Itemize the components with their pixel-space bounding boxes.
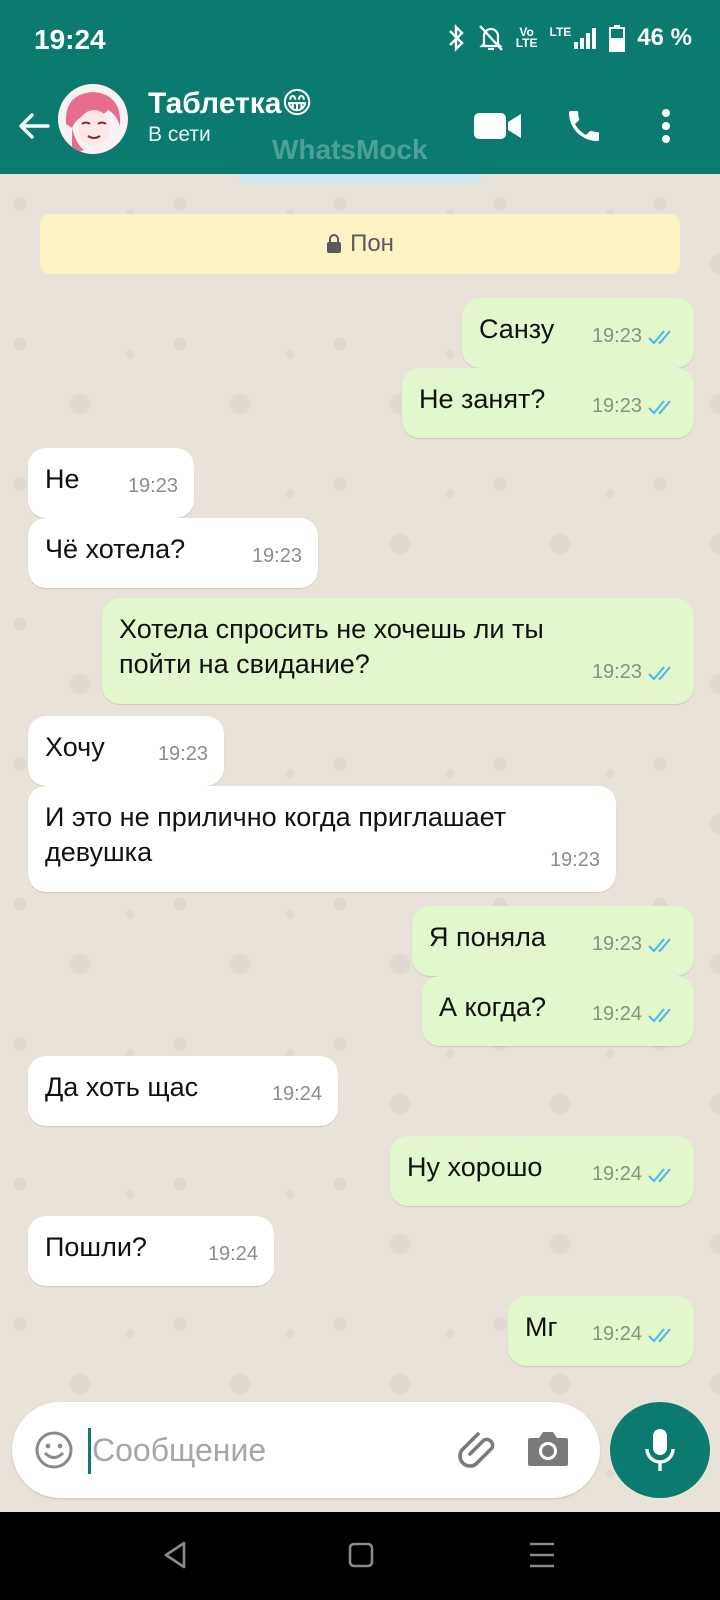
system-nav-bar: [0, 1512, 720, 1600]
back-arrow-icon[interactable]: [14, 106, 54, 146]
message-text: Мг: [525, 1312, 558, 1342]
message-text: А когда?: [439, 992, 547, 1022]
chat-header: Таблетка😁 В сети WhatsMock: [0, 80, 720, 174]
volte-indicator: Vo LTE: [515, 25, 538, 50]
nav-recents-icon[interactable]: [528, 1540, 556, 1570]
signal-icon: LTE: [550, 26, 598, 49]
message-incoming[interactable]: Чё хотела? 19:23: [28, 518, 318, 588]
more-options-button[interactable]: [646, 98, 686, 154]
avatar[interactable]: [58, 84, 128, 154]
message-text: Ну хорошо: [407, 1152, 543, 1182]
attach-icon[interactable]: [454, 1424, 504, 1474]
message-text: Пошли?: [45, 1232, 147, 1262]
double-check-icon: [648, 937, 671, 952]
status-bar: 19:24 Vo LTE LTE 46 %: [0, 0, 720, 80]
status-icons: Vo LTE LTE 46 %: [446, 24, 692, 52]
message-time: 19:24: [591, 1003, 642, 1025]
battery-icon: [609, 25, 626, 52]
message-outgoing[interactable]: Хотела спросить не хочешь ли ты пойти на…: [102, 598, 694, 704]
camera-icon[interactable]: [526, 1428, 570, 1468]
message-text: И это не прилично когда приглашает девуш…: [45, 802, 507, 867]
message-incoming[interactable]: Не 19:23: [28, 448, 194, 518]
lock-icon: [327, 234, 342, 253]
message-time: 19:23: [157, 743, 208, 765]
date-banner: Пон: [40, 214, 680, 274]
message-text: Хотела спросить не хочешь ли ты пойти на…: [119, 614, 544, 679]
message-time: 19:23: [591, 933, 642, 955]
message-time: 19:24: [207, 1243, 258, 1265]
mic-icon: [645, 1429, 675, 1471]
message-time: 19:24: [271, 1083, 322, 1105]
avatar-image: [58, 84, 128, 154]
message-incoming[interactable]: Хочу 19:23: [28, 716, 224, 786]
watermark: WhatsMock: [272, 134, 428, 165]
nav-back-icon[interactable]: [162, 1540, 188, 1570]
message-outgoing[interactable]: А когда? 19:24: [422, 976, 694, 1046]
chat-area[interactable]: Пон Санзу 19:23 Не занят? 19:23 Не 19:23…: [0, 174, 720, 1492]
message-outgoing[interactable]: Не занят? 19:23: [402, 368, 694, 438]
double-check-icon: [648, 1327, 671, 1342]
message-text: Я поняла: [429, 922, 546, 952]
date-banner-text: Пон: [350, 230, 394, 257]
message-text: Чё хотела?: [45, 534, 186, 564]
message-text: Не занят?: [419, 384, 546, 414]
message-time: 19:23: [591, 661, 642, 683]
more-vert-icon: [662, 109, 670, 143]
message-text: Хочу: [45, 732, 105, 762]
message-outgoing[interactable]: Санзу 19:23: [462, 298, 694, 368]
chat-title: Таблетка😁: [148, 87, 313, 120]
message-input-container[interactable]: [12, 1402, 600, 1498]
message-outgoing[interactable]: Мг 19:24: [508, 1296, 694, 1366]
double-check-icon: [648, 665, 671, 680]
double-check-icon: [648, 329, 671, 344]
nav-home-icon[interactable]: [348, 1540, 374, 1570]
status-time: 19:24: [34, 24, 106, 55]
message-text: Да хоть щас: [45, 1072, 199, 1102]
text-caret: [88, 1428, 91, 1474]
message-incoming[interactable]: Пошли? 19:24: [28, 1216, 274, 1286]
battery-percent: 46 %: [637, 24, 692, 51]
message-time: 19:23: [127, 475, 178, 497]
voice-call-button[interactable]: [556, 98, 612, 154]
phone-icon: [569, 111, 599, 141]
message-time: 19:24: [591, 1323, 642, 1345]
double-check-icon: [648, 399, 671, 414]
message-time: 19:23: [549, 849, 600, 871]
message-text: Не: [45, 464, 80, 494]
mute-bell-icon: [478, 25, 503, 51]
message-incoming[interactable]: Да хоть щас 19:24: [28, 1056, 338, 1126]
emoji-icon[interactable]: [34, 1430, 74, 1470]
video-call-icon: [474, 113, 521, 139]
bluetooth-icon: [448, 24, 464, 52]
message-outgoing[interactable]: Ну хорошо 19:24: [390, 1136, 694, 1206]
composer-bar: [0, 1400, 720, 1500]
message-time: 19:24: [591, 1163, 642, 1185]
message-outgoing[interactable]: Я поняла 19:23: [412, 906, 694, 976]
scroll-indicator: [238, 174, 482, 184]
mic-button[interactable]: [610, 1402, 710, 1498]
message-time: 19:23: [591, 395, 642, 417]
double-check-icon: [648, 1167, 671, 1182]
message-time: 19:23: [591, 325, 642, 347]
double-check-icon: [648, 1007, 671, 1022]
message-time: 19:23: [251, 545, 302, 567]
video-call-button[interactable]: [470, 98, 526, 154]
message-incoming[interactable]: И это не прилично когда приглашает девуш…: [28, 786, 616, 892]
message-input[interactable]: [92, 1402, 432, 1498]
message-text: Санзу: [479, 314, 555, 344]
